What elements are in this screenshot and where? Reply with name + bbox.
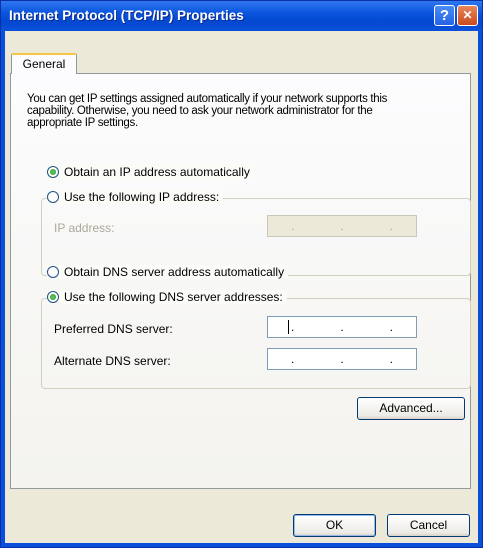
dns-server-group (41, 298, 471, 389)
window-title: Internet Protocol (TCP/IP) Properties (9, 8, 244, 23)
dialog-window: Internet Protocol (TCP/IP) Properties ? … (0, 0, 483, 548)
radio-button-icon (47, 166, 59, 178)
close-icon: ✕ (462, 8, 473, 22)
preferred-dns-label: Preferred DNS server: (54, 322, 173, 336)
ip-dot: . (389, 352, 393, 366)
help-button[interactable]: ? (434, 5, 455, 26)
dialog-client-area: General You can get IP settings assigned… (5, 31, 478, 543)
radio-use-following-ip[interactable]: Use the following IP address: (47, 190, 224, 204)
radio-button-icon (47, 191, 59, 203)
radio-label: Obtain DNS server address automatically (64, 265, 285, 279)
tab-panel (10, 73, 471, 489)
text-caret (288, 320, 289, 334)
ip-dot: . (340, 219, 344, 233)
cancel-button[interactable]: Cancel (387, 514, 470, 537)
ip-dot: . (389, 219, 393, 233)
advanced-button[interactable]: Advanced... (357, 397, 465, 420)
ip-dot: . (290, 352, 295, 366)
preferred-dns-input[interactable]: . . . (267, 316, 417, 338)
tab-general[interactable]: General (11, 53, 77, 74)
radio-use-following-dns[interactable]: Use the following DNS server addresses: (47, 290, 287, 304)
radio-obtain-ip-auto[interactable]: Obtain an IP address automatically (47, 165, 254, 179)
ip-dot: . (340, 320, 344, 334)
title-bar[interactable]: Internet Protocol (TCP/IP) Properties ? … (1, 1, 482, 31)
close-button[interactable]: ✕ (457, 5, 478, 26)
radio-button-icon (47, 266, 59, 278)
help-icon: ? (439, 7, 450, 24)
ok-button[interactable]: OK (293, 514, 376, 537)
radio-label: Use the following DNS server addresses: (64, 290, 283, 304)
ip-dot: . (389, 320, 393, 334)
radio-obtain-dns-auto[interactable]: Obtain DNS server address automatically (47, 265, 289, 279)
alternate-dns-label: Alternate DNS server: (54, 354, 171, 368)
radio-label: Use the following IP address: (64, 190, 220, 204)
ip-address-label: IP address: (54, 221, 115, 235)
ip-dot: . (290, 219, 295, 233)
ip-dot: . (290, 320, 295, 334)
ip-dot: . (340, 352, 344, 366)
description-text: You can get IP settings assigned automat… (27, 93, 388, 129)
radio-label: Obtain an IP address automatically (64, 165, 250, 179)
ip-address-input: . . . (267, 215, 417, 237)
radio-button-icon (47, 291, 59, 303)
alternate-dns-input[interactable]: . . . (267, 348, 417, 370)
